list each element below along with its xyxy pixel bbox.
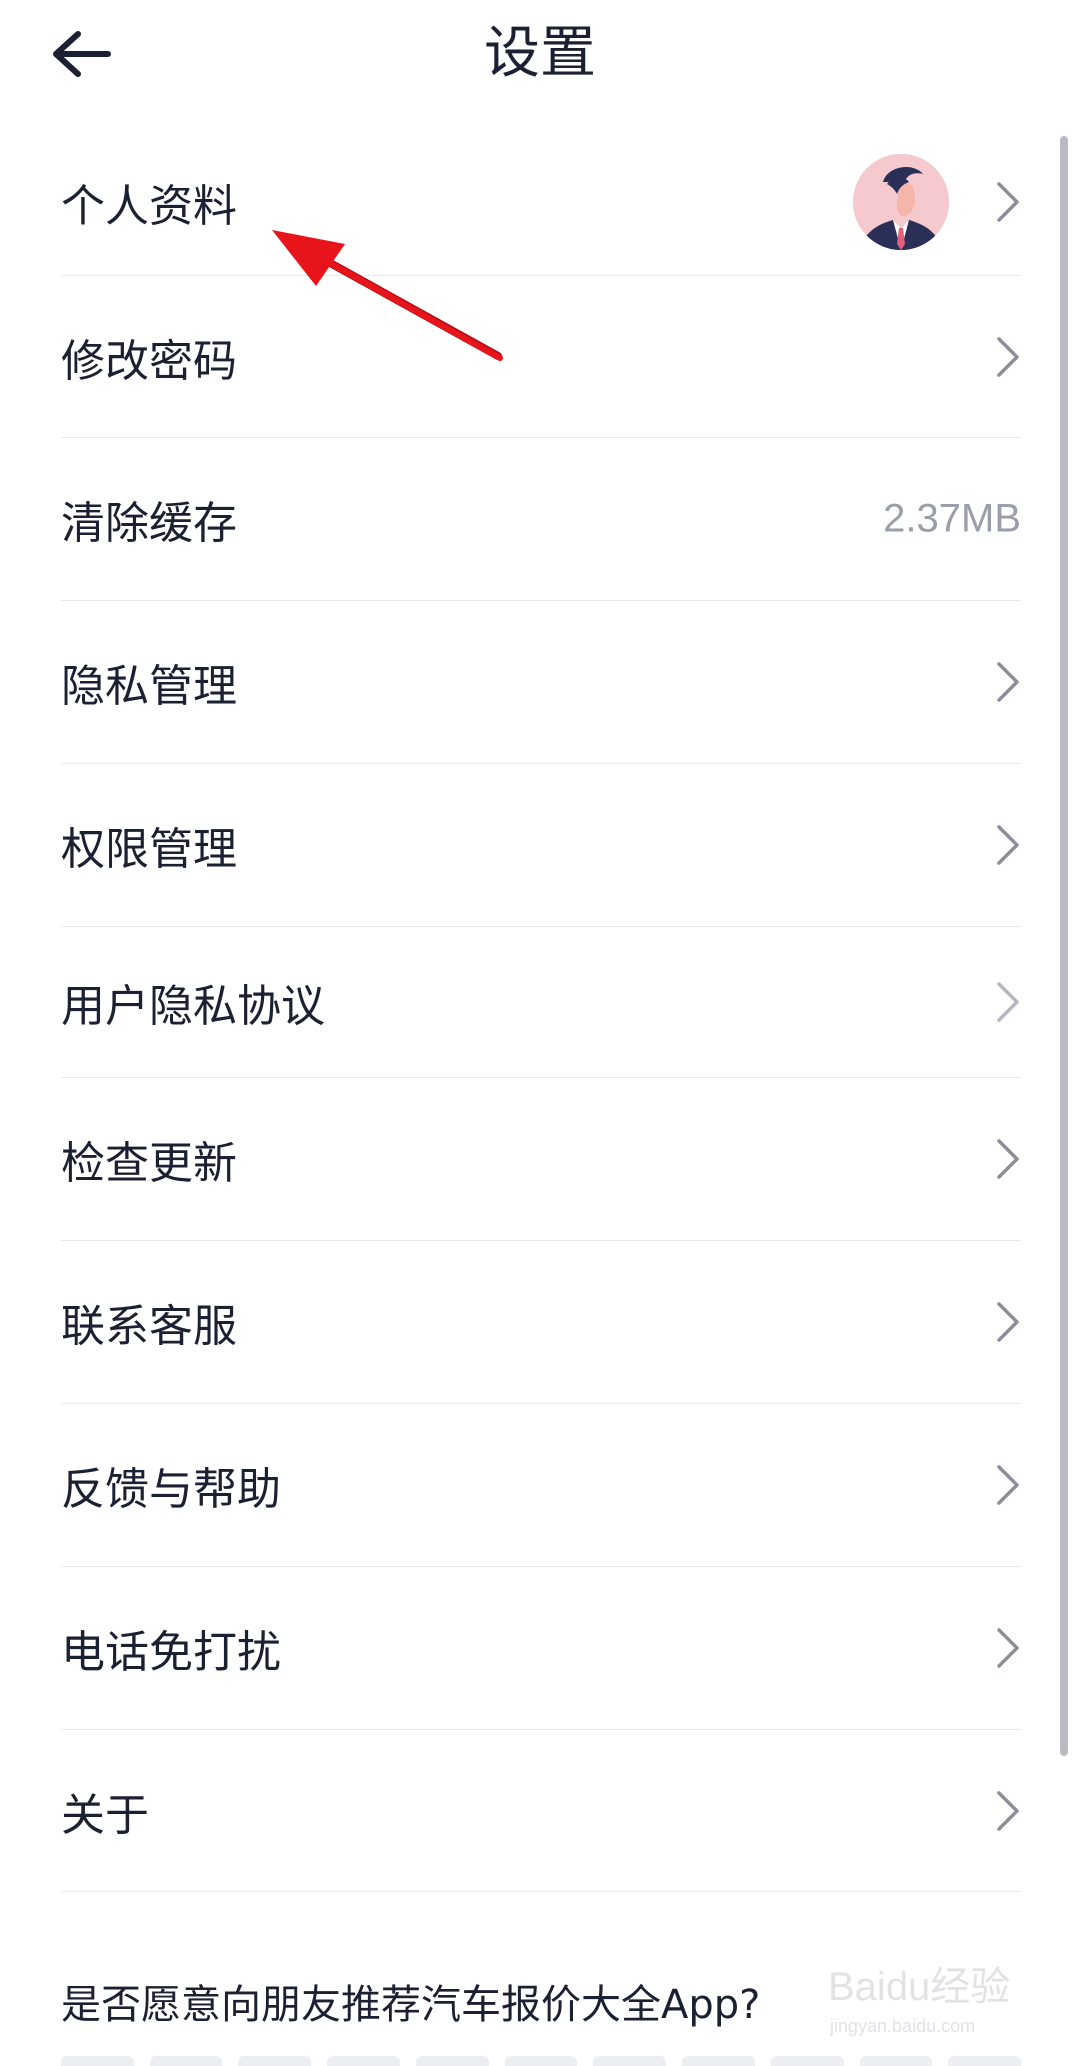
chevron-right-icon [997,1302,1019,1342]
header-bar: 设置 [0,0,1080,110]
settings-item-label: 隐私管理 [61,661,237,712]
settings-item-label: 个人资料 [61,180,237,232]
rating-option[interactable] [149,2056,223,2066]
rating-option[interactable] [238,2056,312,2066]
settings-item-do-not-disturb[interactable]: 电话免打扰 [61,1567,1021,1730]
settings-item-contact-support[interactable]: 联系客服 [61,1241,1021,1404]
rating-option[interactable] [948,2056,1022,2066]
rating-option[interactable] [859,2056,933,2066]
settings-list: 个人资料 修改密码 清除缓存 2.37MB 隐私管理 权限管理 用户隐私协议 检… [61,128,1021,1892]
recommend-question: 是否愿意向朋友推荐汽车报价大全App? [61,1982,761,2028]
settings-item-clear-cache[interactable]: 清除缓存 2.37MB [61,438,1021,601]
settings-item-label: 清除缓存 [61,498,237,549]
settings-item-privacy-agreement[interactable]: 用户隐私协议 [61,927,1021,1078]
chevron-right-icon [997,1790,1019,1831]
chevron-right-icon [997,1465,1019,1505]
settings-item-profile[interactable]: 个人资料 [61,128,1021,276]
settings-item-label: 权限管理 [61,824,237,875]
user-avatar-illustration [853,153,949,250]
settings-item-privacy-management[interactable]: 隐私管理 [61,601,1021,764]
settings-item-label: 反馈与帮助 [61,1464,281,1515]
scrollbar[interactable] [1060,136,1068,1756]
chevron-right-icon [997,181,1019,222]
settings-item-label: 检查更新 [61,1138,237,1189]
chevron-right-icon [997,825,1019,865]
chevron-right-icon [997,1139,1019,1179]
rating-option[interactable] [415,2056,489,2066]
rating-option[interactable] [682,2056,755,2066]
settings-item-check-update[interactable]: 检查更新 [61,1078,1021,1241]
settings-item-change-password[interactable]: 修改密码 [61,276,1021,438]
cache-size-value: 2.37MB [883,496,1021,541]
settings-item-label: 电话免打扰 [61,1627,281,1678]
rating-option[interactable] [504,2056,578,2066]
rating-options [61,2056,1022,2066]
rating-option[interactable] [593,2056,667,2066]
rating-option[interactable] [770,2056,844,2066]
settings-item-label: 修改密码 [61,335,237,387]
watermark-brand: Baidu经验 [828,1965,1010,2009]
settings-item-label: 关于 [61,1789,149,1841]
baidu-watermark: Baidu经验 jingyan.baidu.com [828,1965,1010,2036]
chevron-right-icon [997,1628,1019,1668]
settings-item-about[interactable]: 关于 [61,1730,1021,1892]
avatar[interactable] [853,153,949,250]
settings-item-feedback-help[interactable]: 反馈与帮助 [61,1404,1021,1567]
settings-item-label: 联系客服 [61,1301,237,1352]
chevron-right-icon [997,982,1019,1022]
page-title: 设置 [484,21,596,86]
chevron-right-icon [997,662,1019,702]
rating-option[interactable] [61,2056,134,2066]
chevron-right-icon [997,336,1019,377]
settings-item-label: 用户隐私协议 [61,981,325,1032]
watermark-url: jingyan.baidu.com [829,2016,975,2036]
settings-item-permission-management[interactable]: 权限管理 [61,764,1021,927]
rating-option[interactable] [327,2056,400,2066]
